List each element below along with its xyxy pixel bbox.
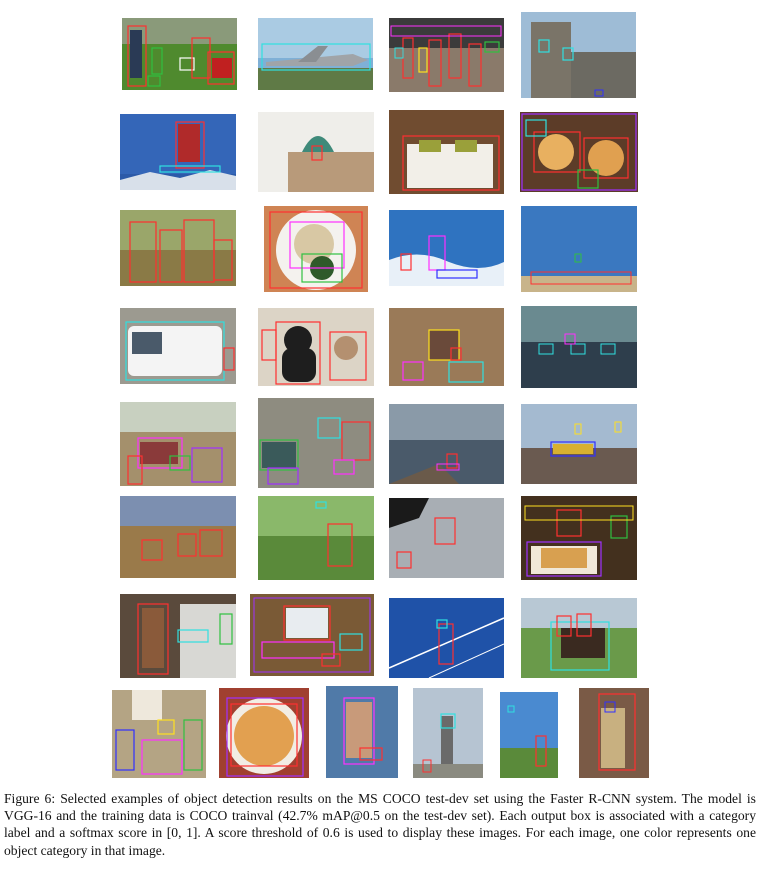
detection-image-dog-frisbee: [258, 496, 374, 580]
detection-image-street-crowd: [389, 18, 504, 92]
detection-image-bus: [120, 308, 236, 384]
detection-image-harbor: [389, 404, 504, 484]
detection-image-kitchen-woman: [120, 594, 236, 678]
detection-image-pizza-table: [520, 112, 638, 192]
detection-image-plate-food: [264, 206, 368, 292]
detection-image-giraffes: [120, 210, 236, 286]
detection-image-restroom: [521, 306, 637, 388]
detection-image-family-room: [120, 402, 236, 486]
detection-image-tennis: [389, 598, 504, 678]
detection-image-kite-field: [500, 692, 558, 778]
detection-image-bottle: [579, 688, 649, 778]
detection-image-people-park: [122, 18, 237, 90]
detection-image-ski-jump: [120, 114, 236, 190]
detection-image-pizza: [219, 688, 309, 778]
detection-image-girl-pizza: [326, 686, 398, 778]
detection-image-bird-water: [389, 498, 504, 578]
detection-image-train-station: [521, 404, 637, 484]
figure-caption-label: Figure 6:: [4, 791, 56, 806]
detection-image-horse-field: [521, 598, 637, 678]
detection-image-sandwich-table: [521, 496, 637, 580]
detection-image-surfer: [389, 210, 504, 286]
detection-image-living-room: [389, 308, 504, 386]
detection-image-dome-building: [258, 112, 374, 192]
detection-image-clock-tower: [521, 12, 636, 98]
detection-image-dining-room: [112, 690, 206, 778]
detection-image-office-tv: [258, 398, 374, 488]
detection-image-laptop-desk: [250, 594, 374, 676]
detection-image-airplane: [258, 18, 373, 90]
detection-image-zebras: [120, 496, 236, 578]
detection-image-bedroom: [389, 110, 504, 194]
figure-caption: Figure 6: Selected examples of object de…: [4, 790, 756, 859]
figure-caption-text: Selected examples of object detection re…: [4, 791, 756, 858]
detection-image-teddy-bears: [258, 308, 374, 386]
detection-image-clock-plaza: [413, 688, 483, 778]
detection-image-kites-beach: [521, 206, 637, 292]
